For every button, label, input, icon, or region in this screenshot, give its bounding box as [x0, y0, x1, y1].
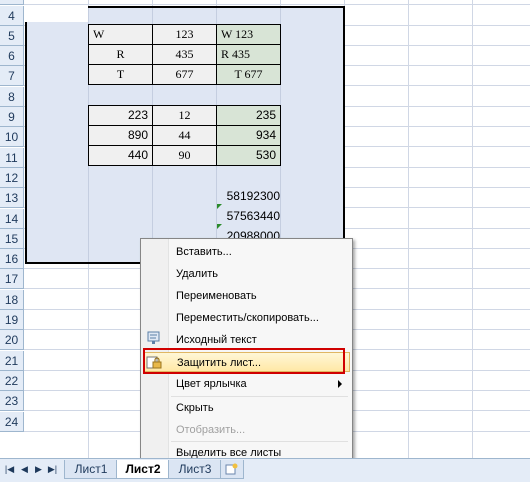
cell-value[interactable]: 890: [88, 125, 153, 146]
sheet-tab-bar: |◀ ◀ ▶ ▶| Лист1 Лист2 Лист3: [0, 458, 530, 482]
grid-row-line: [24, 4, 530, 5]
row-header[interactable]: 24: [0, 412, 24, 432]
grid-column-line: [408, 0, 409, 458]
grid-column-line: [472, 0, 473, 458]
active-cell[interactable]: [25, 6, 88, 22]
insert-sheet-icon[interactable]: [220, 460, 244, 479]
cell-concat[interactable]: R 435: [216, 44, 281, 65]
row-header[interactable]: 15: [0, 229, 24, 249]
menu-unhide: Отобразить...: [176, 424, 246, 436]
row-header[interactable]: 18: [0, 290, 24, 310]
highlight-annotation: [143, 348, 345, 374]
tab-sheet2[interactable]: Лист2: [116, 460, 170, 479]
cell-number[interactable]: 435: [152, 44, 217, 65]
cell-product[interactable]: 57563440: [218, 209, 280, 223]
cell-letter[interactable]: R: [88, 44, 153, 65]
row-header[interactable]: 19: [0, 310, 24, 330]
menu-tab-color-label: Цвет ярлычка: [176, 378, 247, 390]
menu-insert[interactable]: Вставить...: [143, 242, 350, 262]
cell-product[interactable]: 58192300: [218, 189, 280, 203]
row-header[interactable]: 13: [0, 188, 24, 208]
row-header[interactable]: 8: [0, 87, 24, 107]
row-header[interactable]: 6: [0, 46, 24, 66]
row-header[interactable]: 5: [0, 26, 24, 46]
cell-letter[interactable]: T: [88, 64, 153, 85]
row-header[interactable]: 12: [0, 168, 24, 188]
menu-rename[interactable]: Переименовать: [143, 286, 350, 306]
cell-sum[interactable]: 530: [216, 145, 281, 166]
tab-sheet1[interactable]: Лист1: [64, 460, 118, 479]
last-sheet-icon[interactable]: ▶|: [47, 464, 58, 475]
row-header[interactable]: 17: [0, 269, 24, 289]
row-header[interactable]: 14: [0, 209, 24, 229]
row-header[interactable]: 20: [0, 330, 24, 350]
cell-concat[interactable]: T 677: [216, 64, 281, 85]
row-header[interactable]: 7: [0, 66, 24, 86]
cell-value[interactable]: 90: [152, 145, 217, 166]
cell-sum[interactable]: 934: [216, 125, 281, 146]
cell-value[interactable]: 440: [88, 145, 153, 166]
row-header[interactable]: 3: [0, 0, 24, 5]
row-header[interactable]: 4: [0, 6, 24, 26]
cell-number[interactable]: 677: [152, 64, 217, 85]
cell-value[interactable]: 12: [152, 105, 217, 126]
tab-sheet3[interactable]: Лист3: [168, 460, 222, 479]
first-sheet-icon[interactable]: |◀: [4, 464, 15, 475]
row-header[interactable]: 21: [0, 351, 24, 371]
prev-sheet-icon[interactable]: ◀: [19, 464, 30, 475]
menu-move-copy[interactable]: Переместить/скопировать...: [143, 308, 350, 328]
menu-delete[interactable]: Удалить: [143, 264, 350, 284]
menu-separator: [171, 441, 348, 442]
menu-separator: [171, 396, 348, 397]
row-header[interactable]: 23: [0, 391, 24, 411]
cell-value[interactable]: 223: [88, 105, 153, 126]
submenu-arrow-icon: [338, 380, 342, 388]
cell-letter[interactable]: W: [88, 24, 153, 45]
row-header[interactable]: 10: [0, 127, 24, 147]
cell-number[interactable]: 123: [152, 24, 217, 45]
row-header[interactable]: 11: [0, 148, 24, 168]
cell-value[interactable]: 44: [152, 125, 217, 146]
cell-concat[interactable]: W 123: [216, 24, 281, 45]
row-header[interactable]: 9: [0, 107, 24, 127]
next-sheet-icon[interactable]: ▶: [33, 464, 44, 475]
menu-hide[interactable]: Скрыть: [143, 398, 350, 418]
row-header[interactable]: 22: [0, 371, 24, 391]
menu-tab-color[interactable]: Цвет ярлычка: [143, 374, 350, 394]
cell-sum[interactable]: 235: [216, 105, 281, 126]
row-header[interactable]: 16: [0, 249, 24, 269]
menu-view-code[interactable]: Исходный текст: [143, 330, 350, 350]
